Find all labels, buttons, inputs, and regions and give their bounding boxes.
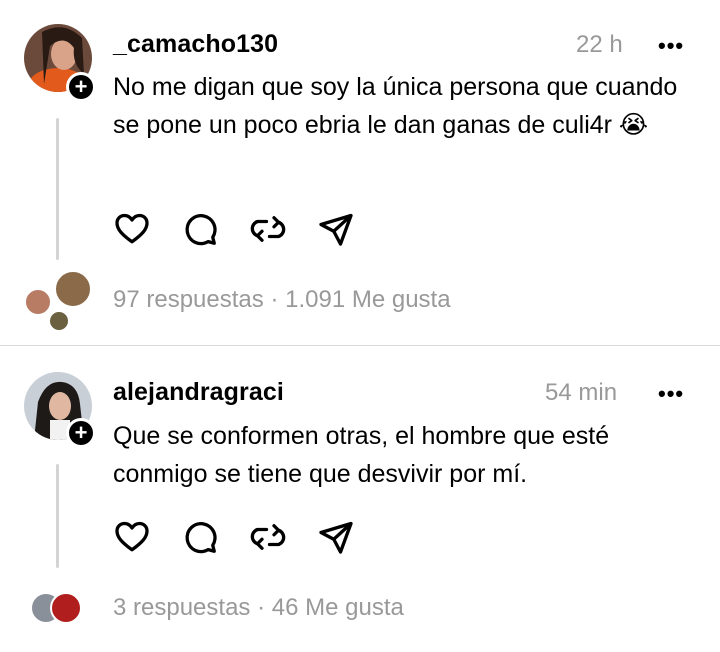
reply-avatar [48, 310, 70, 332]
replies-count[interactable]: 3 respuestas [113, 594, 250, 621]
heart-icon[interactable] [113, 210, 151, 248]
reply-avatar [24, 288, 52, 316]
follow-button[interactable]: + [66, 418, 96, 448]
replies-count[interactable]: 97 respuestas [113, 286, 264, 313]
username[interactable]: alejandragraci [113, 378, 284, 407]
likes-count[interactable]: 1.091 Me gusta [285, 286, 450, 313]
share-icon[interactable] [317, 518, 355, 556]
follow-button[interactable]: + [66, 72, 96, 102]
repost-icon[interactable] [249, 210, 287, 248]
comment-icon[interactable] [181, 518, 219, 556]
thread-post-1: + _camacho130 22 h ••• No me digan que s… [0, 0, 720, 345]
more-options-icon[interactable]: ••• [658, 381, 684, 407]
post-time: 54 min [545, 379, 618, 406]
comment-icon[interactable] [181, 210, 219, 248]
thread-line [56, 464, 59, 568]
post-stats: 97 respuestas · 1.091 Me gusta [113, 286, 451, 314]
thread-line [56, 118, 59, 260]
share-icon[interactable] [317, 210, 355, 248]
post-text: Que se conformen otras, el hombre que es… [113, 422, 610, 488]
stats-separator: · [257, 594, 266, 621]
reply-avatar [50, 592, 82, 624]
username[interactable]: _camacho130 [113, 30, 278, 59]
more-options-icon[interactable]: ••• [658, 33, 684, 59]
heart-icon[interactable] [113, 518, 151, 556]
action-bar [113, 518, 355, 556]
post-text: No me digan que soy la única persona que… [113, 73, 678, 139]
action-bar [113, 210, 355, 248]
thread-post-2: + alejandragraci 54 min ••• Que se confo… [0, 346, 720, 652]
stats-separator: · [270, 286, 279, 313]
reply-avatar [54, 270, 92, 308]
post-stats: 3 respuestas · 46 Me gusta [113, 594, 404, 622]
post-time: 22 h [576, 31, 623, 58]
likes-count[interactable]: 46 Me gusta [272, 594, 404, 621]
repost-icon[interactable] [249, 518, 287, 556]
